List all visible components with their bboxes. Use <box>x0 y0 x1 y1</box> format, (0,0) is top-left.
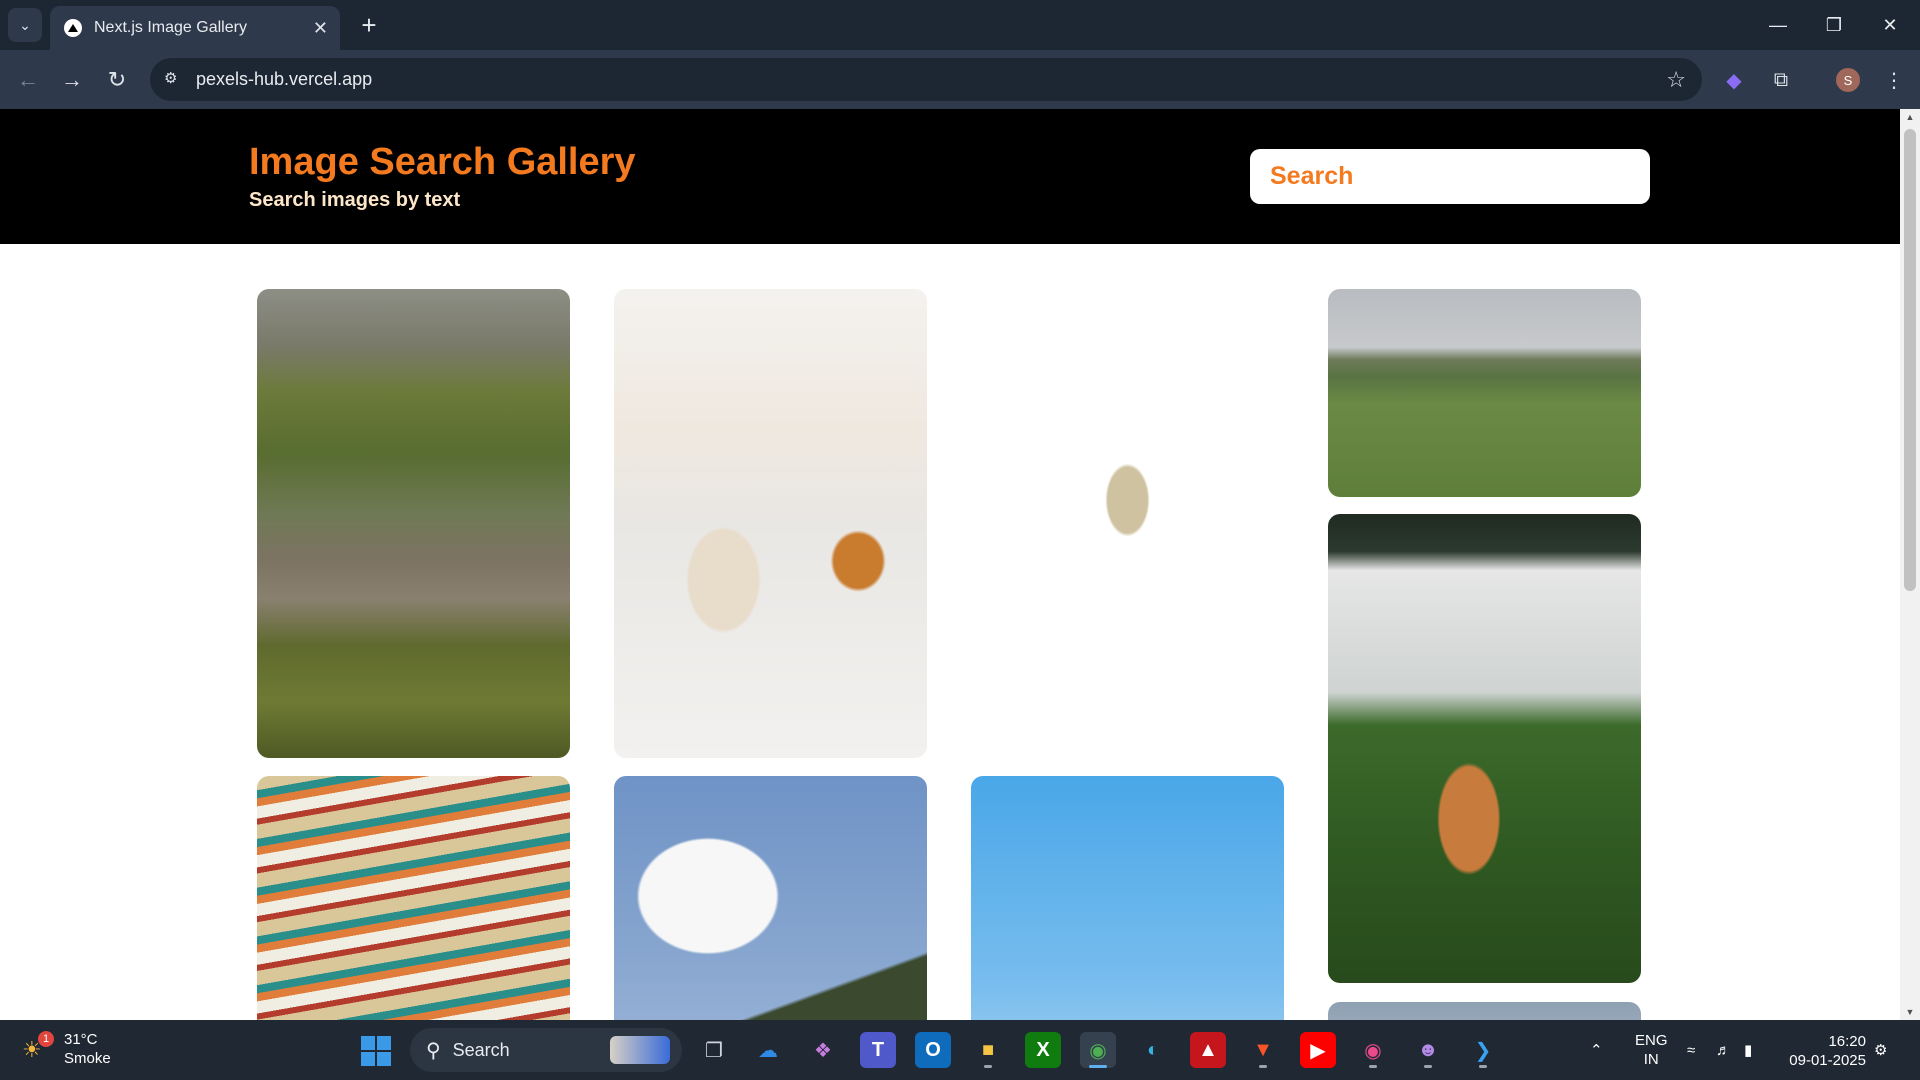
browser-toolbar: ← → ↻ ⚙ pexels-hub.vercel.app ☆ ◆ ⧉ S ⋮ <box>0 50 1920 109</box>
clock-date: 09-01-2025 <box>1789 1052 1866 1069</box>
edge-icon[interactable]: ◐ <box>1135 1032 1171 1068</box>
gallery-image-leaf[interactable] <box>971 289 1284 758</box>
language-line-1: ENG <box>1635 1032 1668 1049</box>
scroll-up-arrow-icon[interactable]: ▲ <box>1900 109 1920 125</box>
clock-time: 16:20 <box>1828 1033 1866 1050</box>
close-tab-icon[interactable]: ✕ <box>313 18 328 38</box>
image-gallery <box>0 244 1900 1020</box>
running-indicator <box>1369 1065 1377 1068</box>
scrollbar-thumb[interactable] <box>1904 129 1916 591</box>
gallery-image-cloud[interactable] <box>614 776 927 1020</box>
extension-flame-icon[interactable]: ◆ <box>1718 64 1750 96</box>
windows-start-icon[interactable] <box>361 1036 391 1066</box>
gallery-image-coffee[interactable] <box>614 289 927 758</box>
extensions-puzzle-icon[interactable]: ⧉ <box>1765 64 1797 96</box>
running-indicator <box>1259 1065 1267 1068</box>
windows-taskbar: ☀ 1 31°C Smoke ⚲ Search ❐ ☁ ❖ T O ■ X ◉ … <box>0 1020 1920 1080</box>
search-icon: ⚲ <box>426 1039 441 1062</box>
site-header: Image Search Gallery Search images by te… <box>0 109 1900 244</box>
wifi-icon[interactable]: ≈ <box>1687 1020 1695 1080</box>
copilot-icon[interactable]: ❖ <box>805 1032 841 1068</box>
teams-icon[interactable]: T <box>860 1032 896 1068</box>
chevron-down-icon: ⌄ <box>19 16 31 33</box>
running-indicator <box>1424 1065 1432 1068</box>
bookmark-star-icon[interactable]: ☆ <box>1666 67 1686 93</box>
youtube-icon[interactable]: ▶ <box>1300 1032 1336 1068</box>
running-indicator <box>1479 1065 1487 1068</box>
gallery-image-sheep[interactable] <box>1328 289 1641 497</box>
xbox-icon[interactable]: X <box>1025 1032 1061 1068</box>
profile-button[interactable]: S <box>1832 64 1864 96</box>
taskbar-clock[interactable]: 16:20 09-01-2025 <box>1782 1032 1866 1070</box>
weather-temperature: 31°C <box>64 1031 98 1048</box>
media-app-icon[interactable]: ▲ <box>1190 1032 1226 1068</box>
gallery-image-fuji[interactable] <box>971 776 1284 1020</box>
taskbar-search[interactable]: ⚲ Search <box>410 1028 682 1072</box>
weather-widget[interactable]: ☀ 1 31°C Smoke <box>22 1030 111 1068</box>
active-indicator <box>1089 1065 1107 1068</box>
notification-bell-icon[interactable]: ⚙ <box>1874 1020 1887 1080</box>
chrome-profile-icon[interactable]: ◉ <box>1355 1032 1391 1068</box>
back-button[interactable]: ← <box>10 62 46 98</box>
file-explorer-icon[interactable]: ■ <box>970 1032 1006 1068</box>
weather-description: Smoke <box>64 1050 111 1067</box>
gallery-image-hills[interactable] <box>257 289 570 758</box>
show-hidden-icons-icon[interactable]: ⌃ <box>1590 1020 1603 1080</box>
tab-search-button[interactable]: ⌄ <box>8 8 42 42</box>
minimize-window-button[interactable]: — <box>1750 0 1806 50</box>
github-icon[interactable]: ☻ <box>1410 1032 1446 1068</box>
language-line-2: IN <box>1643 1051 1659 1068</box>
outlook-icon[interactable]: O <box>915 1032 951 1068</box>
weather-badge: 1 <box>38 1031 54 1047</box>
language-indicator[interactable]: ENG IN <box>1635 1020 1668 1080</box>
reload-button[interactable]: ↻ <box>99 62 135 98</box>
address-bar[interactable]: ⚙ pexels-hub.vercel.app ☆ <box>150 58 1702 101</box>
new-tab-button[interactable]: + <box>352 8 386 42</box>
close-window-button[interactable]: ✕ <box>1862 0 1918 50</box>
volume-icon[interactable]: ♬ <box>1716 1020 1731 1080</box>
onedrive-icon[interactable]: ☁ <box>750 1032 786 1068</box>
tab-title: Next.js Image Gallery <box>94 19 247 36</box>
gallery-image-partial[interactable] <box>1328 1002 1641 1020</box>
page-title: Image Search Gallery <box>249 141 636 183</box>
menu-kebab-icon[interactable]: ⋮ <box>1878 64 1910 96</box>
page-subtitle: Search images by text <box>249 189 461 211</box>
task-view-icon[interactable]: ❐ <box>696 1032 732 1068</box>
search-input[interactable] <box>1250 149 1650 204</box>
weather-sun-icon: ☀ 1 <box>22 1031 54 1062</box>
browser-tab-bar: ⌄ Next.js Image Gallery ✕ + — ❐ ✕ <box>0 0 1920 50</box>
restore-window-button[interactable]: ❐ <box>1806 0 1862 50</box>
avatar: S <box>1836 68 1860 92</box>
gallery-image-dog[interactable] <box>1328 514 1641 983</box>
browser-tab[interactable]: Next.js Image Gallery ✕ <box>50 6 340 50</box>
url-text: pexels-hub.vercel.app <box>196 69 373 89</box>
search-highlight-image <box>610 1036 670 1064</box>
battery-icon[interactable]: ▮ <box>1744 1020 1752 1080</box>
taskbar-search-label: Search <box>452 1039 510 1060</box>
nextjs-favicon-icon <box>64 19 82 37</box>
gallery-image-boats[interactable] <box>257 776 570 1020</box>
forward-button[interactable]: → <box>54 62 90 98</box>
running-indicator <box>984 1065 992 1068</box>
page-scrollbar[interactable]: ▲ ▼ <box>1900 109 1920 1020</box>
scroll-down-arrow-icon[interactable]: ▼ <box>1900 1004 1920 1020</box>
chrome-icon[interactable]: ◉ <box>1080 1032 1116 1068</box>
site-info-icon[interactable]: ⚙ <box>164 69 184 89</box>
vscode-icon[interactable]: ❯ <box>1465 1032 1501 1068</box>
brave-icon[interactable]: ▼ <box>1245 1032 1281 1068</box>
